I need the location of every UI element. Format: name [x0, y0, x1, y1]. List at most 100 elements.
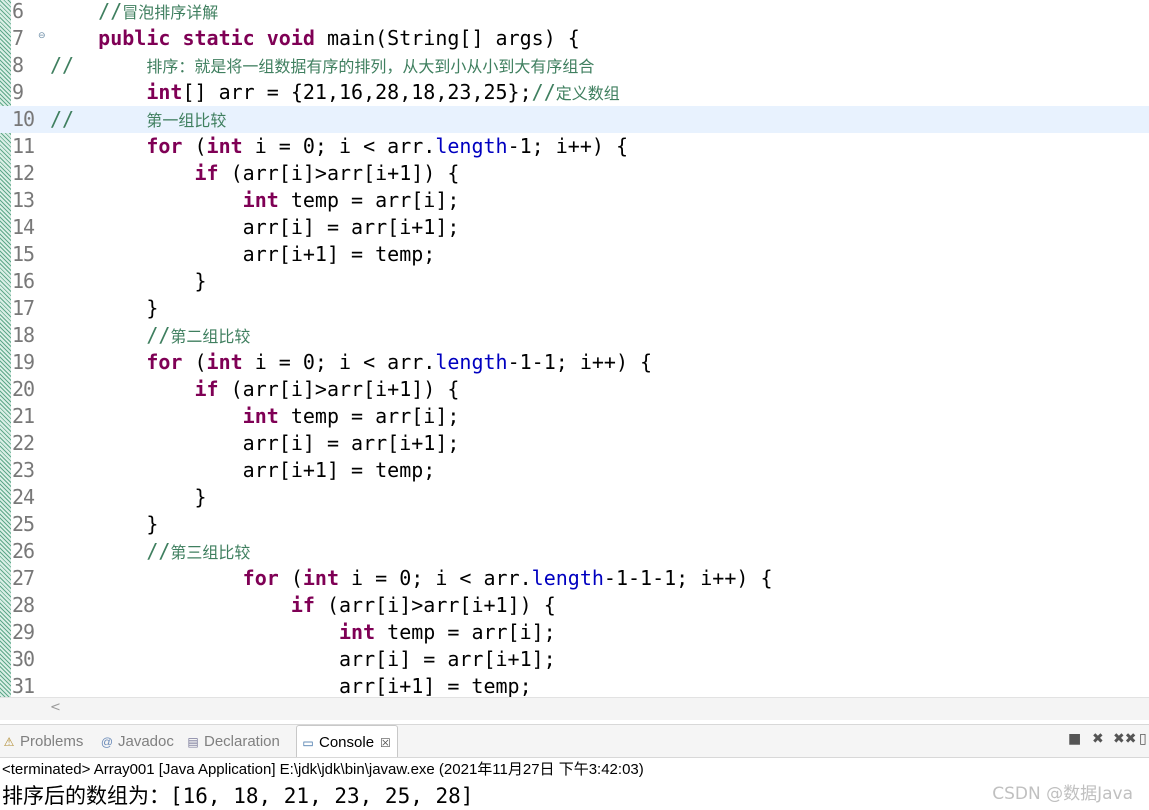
- console-icon: ▭: [302, 736, 314, 750]
- line-number: 9: [12, 80, 24, 104]
- javadoc-icon: @: [100, 735, 114, 749]
- console-panel-tabbar: ⚠ Problems @ Javadoc ▤ Declaration ▭ Console…: [0, 724, 1149, 758]
- code-text: // 排序：就是将一组数据有序的排列，从大到小从小到大有序组合: [50, 53, 595, 77]
- stop-icon[interactable]: ■: [1068, 731, 1081, 747]
- code-text: //冒泡排序详解: [98, 0, 219, 23]
- tab-problems[interactable]: ⚠ Problems: [2, 725, 84, 757]
- code-text: arr[i+1] = temp;: [50, 242, 436, 266]
- code-text: }: [50, 485, 207, 509]
- code-text: arr[i] = arr[i+1];: [50, 431, 460, 455]
- fold-toggle-icon[interactable]: ⊖: [38, 31, 46, 41]
- code-line[interactable]: 9 int[] arr = {21,16,28,18,23,25};//定义数组: [0, 79, 1149, 106]
- line-number: 21: [12, 404, 35, 428]
- code-line[interactable]: 20 if (arr[i]>arr[i+1]) {: [0, 376, 1149, 403]
- line-number: 7: [12, 26, 24, 50]
- code-text: //第三组比较: [146, 539, 251, 563]
- scroll-left-arrow-icon[interactable]: <: [50, 700, 61, 715]
- line-number: 18: [12, 323, 35, 347]
- declaration-icon: ▤: [187, 735, 199, 749]
- code-line[interactable]: 29 int temp = arr[i];: [0, 619, 1149, 646]
- code-line[interactable]: 23 arr[i+1] = temp;: [0, 457, 1149, 484]
- code-line[interactable]: 27 for (int i = 0; i < arr.length-1-1-1;…: [0, 565, 1149, 592]
- code-text: arr[i] = arr[i+1];: [50, 215, 460, 239]
- code-line[interactable]: 12 if (arr[i]>arr[i+1]) {: [0, 160, 1149, 187]
- problems-icon: ⚠: [3, 735, 15, 749]
- line-number: 20: [12, 377, 35, 401]
- code-line[interactable]: 16 }: [0, 268, 1149, 295]
- line-number: 16: [12, 269, 35, 293]
- code-line[interactable]: 15 arr[i+1] = temp;: [0, 241, 1149, 268]
- code-text: int temp = arr[i];: [242, 188, 460, 212]
- code-text: if (arr[i]>arr[i+1]) {: [194, 377, 460, 401]
- tab-console[interactable]: ▭ Console ☒: [296, 725, 398, 757]
- line-number: 29: [12, 620, 35, 644]
- console-status: <terminated> Array001 [Java Application]…: [2, 761, 644, 778]
- code-line[interactable]: 11 for (int i = 0; i < arr.length-1; i++…: [0, 133, 1149, 160]
- console-output[interactable]: 排序后的数组为：[16, 18, 21, 23, 25, 28]: [2, 780, 473, 810]
- code-text: if (arr[i]>arr[i+1]) {: [290, 593, 556, 617]
- code-text: public static void main(String[] args) {: [98, 26, 580, 50]
- line-number: 31: [12, 674, 35, 697]
- more-icon[interactable]: ▯: [1139, 731, 1147, 747]
- line-number: 6: [12, 0, 24, 23]
- code-line[interactable]: 30 arr[i] = arr[i+1];: [0, 646, 1149, 673]
- line-number: 14: [12, 215, 35, 239]
- line-number: 26: [12, 539, 35, 563]
- code-text: }: [50, 296, 159, 320]
- code-line[interactable]: 26 //第三组比较: [0, 538, 1149, 565]
- code-text: if (arr[i]>arr[i+1]) {: [194, 161, 460, 185]
- code-line[interactable]: 19 for (int i = 0; i < arr.length-1-1; i…: [0, 349, 1149, 376]
- code-line[interactable]: 25 }: [0, 511, 1149, 538]
- line-number: 15: [12, 242, 35, 266]
- tab-javadoc-label: Javadoc: [118, 733, 174, 750]
- line-number: 10: [12, 107, 35, 131]
- code-editor[interactable]: 6 //冒泡排序详解 7 ⊖ public static void main(Str…: [0, 0, 1149, 697]
- line-number: 13: [12, 188, 35, 212]
- remove-launch-icon[interactable]: ✖: [1092, 731, 1104, 747]
- code-text: arr[i] = arr[i+1];: [50, 647, 556, 671]
- code-text: arr[i+1] = temp;: [50, 674, 532, 697]
- code-line[interactable]: 28 if (arr[i]>arr[i+1]) {: [0, 592, 1149, 619]
- code-text: }: [50, 512, 159, 536]
- line-number: 30: [12, 647, 35, 671]
- code-line[interactable]: 10 // 第一组比较: [0, 106, 1149, 133]
- code-text: for (int i = 0; i < arr.length-1-1-1; i+…: [242, 566, 773, 590]
- line-number: 23: [12, 458, 35, 482]
- remove-all-icon[interactable]: ✖✖: [1113, 731, 1136, 747]
- line-number: 11: [12, 134, 35, 158]
- code-line[interactable]: 31 arr[i+1] = temp;: [0, 673, 1149, 697]
- code-line[interactable]: 24 }: [0, 484, 1149, 511]
- line-number: 27: [12, 566, 35, 590]
- line-number: 22: [12, 431, 35, 455]
- code-text: for (int i = 0; i < arr.length-1-1; i++)…: [146, 350, 653, 374]
- line-number: 17: [12, 296, 35, 320]
- tab-declaration-label: Declaration: [204, 733, 280, 750]
- code-line[interactable]: 8 // 排序：就是将一组数据有序的排列，从大到小从小到大有序组合: [0, 52, 1149, 79]
- code-text: //第二组比较: [146, 323, 251, 347]
- code-text: int temp = arr[i];: [338, 620, 556, 644]
- code-line[interactable]: 18 //第二组比较: [0, 322, 1149, 349]
- line-number: 8: [12, 53, 24, 77]
- code-line[interactable]: 14 arr[i] = arr[i+1];: [0, 214, 1149, 241]
- close-icon[interactable]: ☒: [380, 736, 391, 750]
- line-number: 25: [12, 512, 35, 536]
- code-line[interactable]: 6 //冒泡排序详解: [0, 0, 1149, 25]
- line-number: 24: [12, 485, 35, 509]
- line-number: 12: [12, 161, 35, 185]
- code-line[interactable]: 21 int temp = arr[i];: [0, 403, 1149, 430]
- code-text: int[] arr = {21,16,28,18,23,25};//定义数组: [146, 80, 620, 104]
- code-line[interactable]: 17 }: [0, 295, 1149, 322]
- code-text: }: [50, 269, 207, 293]
- tab-problems-label: Problems: [20, 733, 84, 750]
- code-line[interactable]: 22 arr[i] = arr[i+1];: [0, 430, 1149, 457]
- line-number: 28: [12, 593, 35, 617]
- tab-declaration[interactable]: ▤ Declaration: [186, 725, 280, 757]
- watermark: CSDN @数据Java: [992, 784, 1133, 804]
- line-number: 19: [12, 350, 35, 374]
- code-text: for (int i = 0; i < arr.length-1; i++) {: [146, 134, 628, 158]
- code-text: int temp = arr[i];: [242, 404, 460, 428]
- code-line[interactable]: 7 ⊖ public static void main(String[] args…: [0, 25, 1149, 52]
- tab-javadoc[interactable]: @ Javadoc: [100, 725, 174, 757]
- horizontal-scrollbar[interactable]: <: [0, 697, 1149, 720]
- code-line[interactable]: 13 int temp = arr[i];: [0, 187, 1149, 214]
